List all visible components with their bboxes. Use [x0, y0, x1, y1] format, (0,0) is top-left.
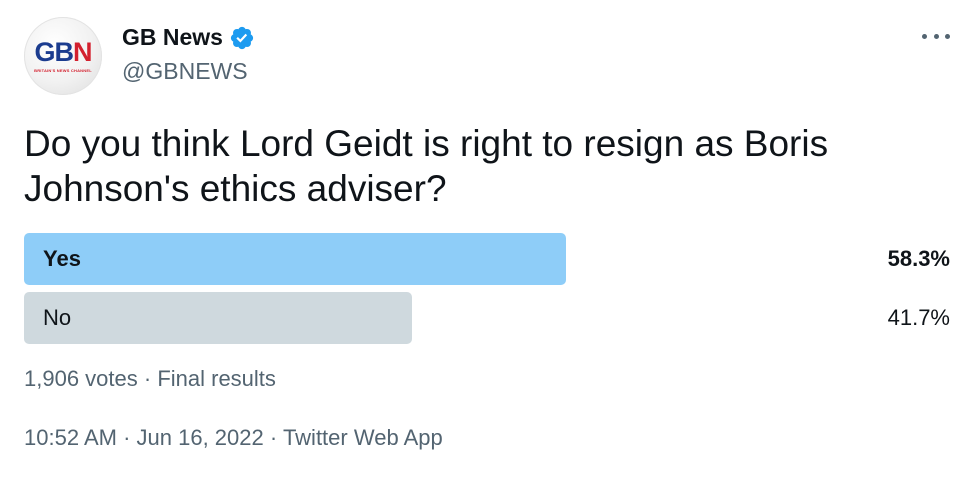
poll-option-yes: Yes 58.3% — [24, 233, 954, 285]
poll-footer: 1,906 votes · Final results — [24, 366, 276, 392]
display-name[interactable]: GB News — [122, 24, 223, 51]
verified-badge-icon — [229, 25, 255, 51]
poll-status: Final results — [157, 366, 276, 391]
poll-result-bar — [24, 292, 412, 344]
poll-option-percent: 58.3% — [887, 246, 950, 271]
poll-vote-count: 1,906 votes — [24, 366, 138, 391]
account-handle[interactable]: @GBNEWS — [122, 58, 248, 85]
separator: · — [143, 366, 152, 391]
logo-subtitle: BRITAIN'S NEWS CHANNEL — [34, 68, 92, 73]
logo-accent-text: N — [73, 37, 92, 67]
tweet-date[interactable]: Jun 16, 2022 — [137, 425, 264, 450]
poll-result-bar — [24, 233, 566, 285]
tweet-source[interactable]: Twitter Web App — [283, 425, 443, 450]
avatar[interactable]: GBN BRITAIN'S NEWS CHANNEL — [24, 17, 102, 95]
more-dot — [933, 33, 939, 39]
poll-option-percent: 41.7% — [887, 305, 950, 330]
poll-option-label: No — [43, 305, 72, 330]
tweet-card: GBN BRITAIN'S NEWS CHANNEL GB News @GBNE… — [0, 0, 980, 481]
poll-option-no: No 41.7% — [24, 292, 954, 344]
separator: · — [269, 425, 278, 450]
author-name-row[interactable]: GB News — [122, 24, 255, 51]
poll-option-label: Yes — [43, 246, 81, 271]
more-dot — [945, 33, 950, 39]
gb-news-logo: GBN — [27, 37, 99, 68]
separator: · — [123, 425, 131, 450]
more-options-icon[interactable] — [922, 28, 950, 44]
tweet-metadata: 10:52 AM · Jun 16, 2022 · Twitter Web Ap… — [24, 425, 443, 451]
logo-main-text: GB — [34, 37, 74, 67]
more-dot — [922, 33, 927, 39]
tweet-time[interactable]: 10:52 AM — [24, 425, 117, 450]
tweet-text: Do you think Lord Geidt is right to resi… — [24, 123, 829, 209]
